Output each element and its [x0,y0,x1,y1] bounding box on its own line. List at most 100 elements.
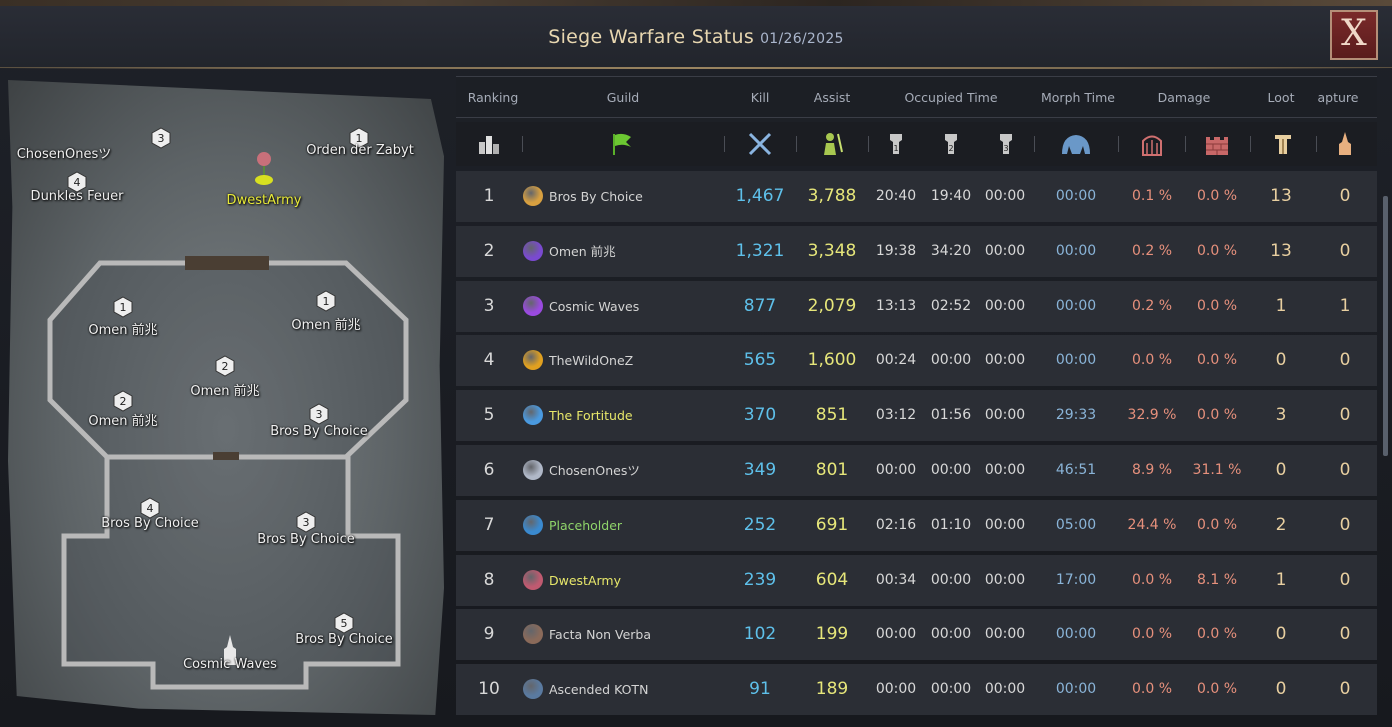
rank-marker-icon[interactable]: 3 [150,127,172,149]
guild-name-cell[interactable]: Bros By Choice [549,171,643,222]
assist-cell: 1,600 [807,350,857,371]
header-guild[interactable]: Guild [607,90,640,105]
rank-cell: 4 [483,350,495,371]
table-row[interactable]: Ascended KOTN 10 91 189 00:00 00:00 00:00 00:00… [456,664,1377,716]
damage-wall-cell: 0.0 % [1196,407,1238,424]
guild-name-cell[interactable]: Omen 前兆 [549,226,616,277]
damage-gate-cell: 0.1 % [1131,188,1173,204]
svg-text:2: 2 [948,144,953,153]
header-capture[interactable]: apture [1318,90,1359,105]
morph-time-cell: 00:00 [1055,188,1097,204]
rank-marker-icon[interactable]: 1 [112,296,134,318]
table-row[interactable]: Facta Non Verba 9 102 199 00:00 00:00 00:00 00:… [456,609,1377,661]
guild-name-cell[interactable]: Cosmic Waves [549,281,639,332]
occupied-time-1-cell: 00:00 [875,626,917,643]
guild-name-cell[interactable]: Placeholder [549,500,622,551]
svg-text:3: 3 [316,408,323,421]
occupied-time-3-cell: 00:00 [984,681,1026,698]
capture-cell: 0 [1339,350,1351,371]
morph-time-cell: 00:00 [1055,242,1097,259]
occupied-time-1-cell: 00:34 [875,571,917,588]
kill-cell: 349 [743,460,777,480]
assist-cell: 604 [815,569,849,590]
table-row[interactable]: DwestArmy 8 239 604 00:34 00:00 00:00 17:00 0.0 … [456,554,1377,606]
assist-cell: 3,788 [807,186,857,206]
occupied-time-2-cell: 02:52 [930,297,972,314]
damage-gate-cell: 0.2 % [1131,242,1173,259]
title-bar: Siege Warfare Status 01/26/2025 X [0,6,1392,69]
morph-time-cell: 17:00 [1055,571,1097,588]
assist-cell: 199 [815,624,849,645]
kill-cell: 252 [743,514,777,535]
assist-cell: 801 [815,460,849,480]
occupied-time-1-cell: 00:00 [875,462,917,478]
svg-text:5: 5 [341,617,348,630]
damage-wall-cell: 8.1 % [1196,571,1238,588]
table-row[interactable]: Placeholder 7 252 691 02:16 01:10 00:00 05:00 24… [456,499,1377,551]
siege-status-window: Siege Warfare Status 01/26/2025 X 3 Chosen… [0,0,1392,727]
guild-name-cell[interactable]: Ascended KOTN [549,664,648,715]
rank-cell: 8 [483,569,495,590]
guild-emblem-icon [523,679,543,700]
siege-map: 3 ChosenOnesツ 1 Orden der Zabyt 4 Dunkles Feu… [8,80,444,715]
occupied-time-1-cell: 20:40 [875,188,917,204]
kill-cell: 565 [743,350,777,371]
rank-cell: 10 [478,679,500,700]
loot-cell: 1 [1275,569,1287,590]
rank-marker-icon[interactable]: 3 [308,403,330,425]
map-guild-label: Bros By Choice [101,516,199,531]
table-row[interactable]: Cosmic Waves 3 877 2,079 13:13 02:52 00:00 00:0… [456,280,1377,332]
rank-marker-icon[interactable]: 2 [112,390,134,412]
capture-spire-icon [1339,132,1351,155]
guild-emblem-icon [523,405,543,426]
kill-cell: 877 [743,295,777,316]
guild-name-cell[interactable]: TheWildOneZ [549,335,633,386]
scrollbar[interactable] [1383,196,1388,456]
header-loot[interactable]: Loot [1268,90,1295,105]
table-row[interactable]: TheWildOneZ 4 565 1,600 00:24 00:00 00:00 00:00… [456,335,1377,387]
occupied-time-3-cell: 00:00 [984,242,1026,259]
loot-cell: 0 [1275,679,1287,700]
map-guild-label: DwestArmy [226,193,302,208]
rank-cell: 7 [483,514,495,535]
table-row[interactable]: Bros By Choice 1 1,467 3,788 20:40 19:40 00:00… [456,171,1377,222]
capture-cell: 0 [1339,240,1351,261]
guild-name-cell[interactable]: DwestArmy [549,555,621,606]
occupied-time-1-cell: 00:24 [875,352,917,369]
svg-text:3: 3 [158,132,165,145]
damage-wall-cell: 0.0 % [1196,188,1238,204]
rank-marker-icon[interactable]: 2 [214,355,236,377]
close-button[interactable]: X [1330,10,1378,60]
kill-cell: 1,321 [735,240,785,261]
guild-flag-icon [613,133,631,155]
loot-cell: 13 [1270,240,1292,261]
occupied-time-1-cell: 00:00 [875,681,917,698]
table-row[interactable]: ChosenOnesツ 6 349 801 00:00 00:00 00:00 46:51 8.… [456,445,1377,496]
rank-cell: 5 [483,405,495,426]
rank-marker-icon[interactable]: 1 [315,290,337,312]
header-damage[interactable]: Damage [1158,90,1211,105]
morph-time-cell: 00:00 [1055,352,1097,369]
header-occupied-time[interactable]: Occupied Time [904,90,997,105]
icon-header-row: 1 2 3 [456,122,1377,166]
morph-time-cell: 05:00 [1055,516,1097,533]
occupied-time-3-cell: 00:00 [984,462,1026,478]
loot-cell: 0 [1275,624,1287,645]
rose-marker-icon[interactable] [253,150,275,186]
rank-marker-icon[interactable]: 3 [295,511,317,533]
guild-name-cell[interactable]: ChosenOnesツ [549,445,640,496]
header-kill[interactable]: Kill [751,90,770,105]
header-ranking[interactable]: Ranking [468,90,519,105]
table-row[interactable]: The Fortitude 5 370 851 03:12 01:56 00:00 29:33… [456,390,1377,442]
header-morph-time[interactable]: Morph Time [1041,90,1115,105]
map-guild-label: Cosmic Waves [183,657,277,672]
header-assist[interactable]: Assist [814,90,850,105]
rank-marker-icon[interactable]: 5 [333,612,355,634]
table-row[interactable]: Omen 前兆 2 1,321 3,348 19:38 34:20 00:00 00:00 0.… [456,225,1377,277]
guild-emblem-icon [523,186,543,206]
guild-name-cell[interactable]: The Fortitude [549,390,633,441]
occupied-time-3-cell: 00:00 [984,352,1026,369]
fort-1-icon: 1 [890,134,902,154]
guild-name-cell[interactable]: Facta Non Verba [549,609,651,660]
occupied-time-2-cell: 34:20 [930,242,972,259]
